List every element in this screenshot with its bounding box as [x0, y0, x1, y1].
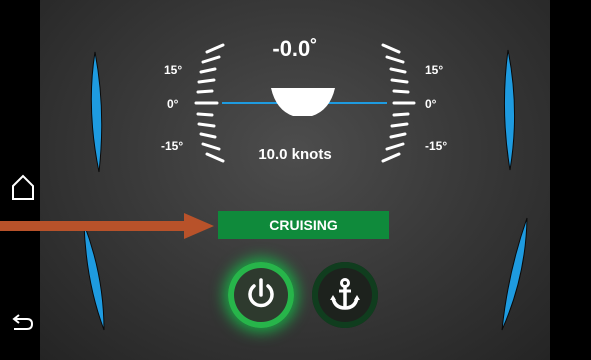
left-nav-bar [0, 0, 40, 360]
status-badge: CRUISING [218, 211, 389, 239]
left-label-minus15: -15° [161, 139, 184, 153]
screen: -0.0˚ 10.0 knots 15° 0° -15° 15° 0° -15°… [0, 0, 591, 360]
power-button[interactable] [228, 262, 294, 328]
anchor-button[interactable] [312, 262, 378, 328]
heading-value: -0.0˚ [272, 36, 318, 61]
back-icon[interactable] [10, 310, 36, 334]
right-label-0: 0° [425, 97, 437, 111]
right-nav-bar [550, 0, 591, 360]
left-label-15: 15° [164, 63, 183, 77]
anchor-icon [330, 278, 360, 310]
speed-value: 10.0 knots [258, 146, 332, 163]
home-icon[interactable] [10, 173, 36, 201]
left-label-0: 0° [167, 97, 179, 111]
right-label-15: 15° [425, 63, 444, 77]
power-icon [248, 278, 274, 308]
right-label-minus15: -15° [425, 139, 448, 153]
